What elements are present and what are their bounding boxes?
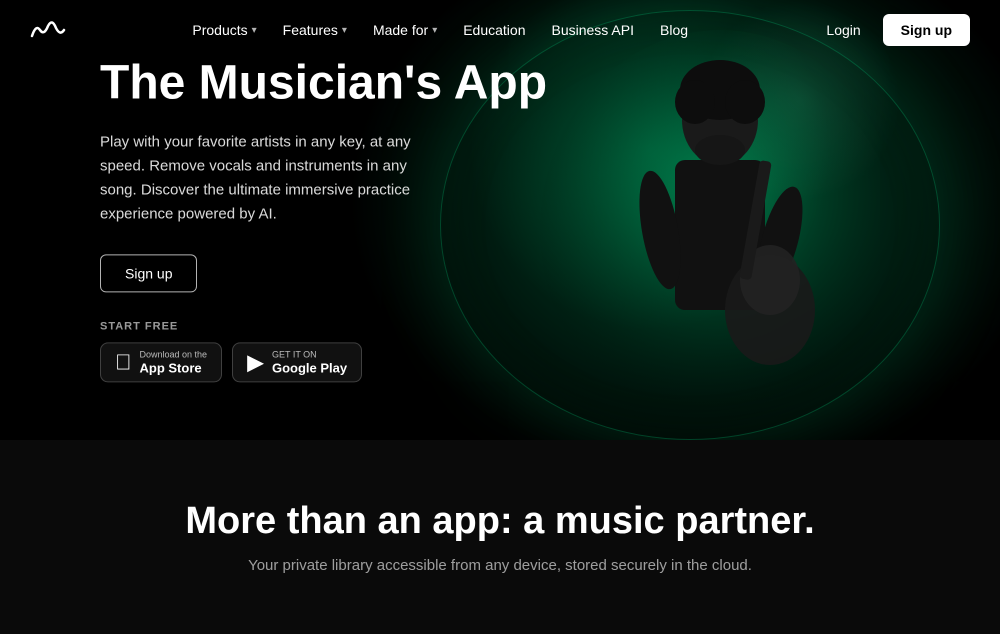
bottom-title: More than an app: a music partner. xyxy=(20,500,980,543)
logo[interactable] xyxy=(30,18,66,42)
bottom-section: More than an app: a music partner. Your … xyxy=(0,440,1000,634)
nav-actions: Login Sign up xyxy=(814,14,970,46)
apple-icon:  xyxy=(115,351,132,373)
chevron-down-icon: ▾ xyxy=(432,25,437,36)
hero-signup-button[interactable]: Sign up xyxy=(100,254,197,292)
hero-image xyxy=(520,30,880,430)
login-button[interactable]: Login xyxy=(814,16,872,44)
store-badges:  Download on the App Store ▶ GET IT ON … xyxy=(100,342,547,382)
nav-links: Products ▾ Features ▾ Made for ▾ Educati… xyxy=(182,16,698,44)
nav-blog[interactable]: Blog xyxy=(650,16,698,44)
navigation: Products ▾ Features ▾ Made for ▾ Educati… xyxy=(0,0,1000,60)
hero-title: The Musician's App xyxy=(100,57,547,110)
chevron-down-icon: ▾ xyxy=(342,25,347,36)
nav-made-for[interactable]: Made for ▾ xyxy=(363,16,447,44)
app-store-badge[interactable]:  Download on the App Store xyxy=(100,342,222,382)
start-free-label: START FREE xyxy=(100,320,547,332)
chevron-down-icon: ▾ xyxy=(252,25,257,36)
bottom-subtitle: Your private library accessible from any… xyxy=(20,557,980,574)
google-play-text: GET IT ON Google Play xyxy=(272,349,347,375)
app-store-text: Download on the App Store xyxy=(140,349,208,375)
google-play-icon: ▶ xyxy=(247,351,264,373)
hero-content: The Musician's App Play with your favori… xyxy=(100,57,547,382)
signup-nav-button[interactable]: Sign up xyxy=(883,14,970,46)
nav-products[interactable]: Products ▾ xyxy=(182,16,266,44)
nav-business-api[interactable]: Business API xyxy=(542,16,645,44)
hero-description: Play with your favorite artists in any k… xyxy=(100,130,440,226)
nav-features[interactable]: Features ▾ xyxy=(273,16,357,44)
nav-education[interactable]: Education xyxy=(453,16,535,44)
google-play-badge[interactable]: ▶ GET IT ON Google Play xyxy=(232,342,362,382)
hero-section: The Musician's App Play with your favori… xyxy=(0,0,1000,440)
